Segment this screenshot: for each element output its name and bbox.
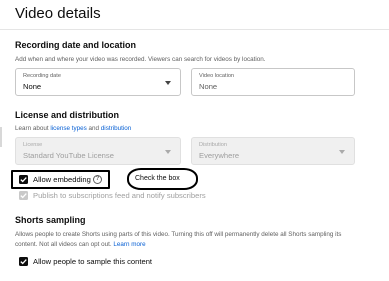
annotation-callout-text: Check the box xyxy=(135,175,180,182)
scroll-indicator xyxy=(0,127,2,147)
license-dropdown[interactable]: License Standard YouTube License xyxy=(15,137,181,165)
license-value: Standard YouTube License xyxy=(23,151,114,160)
shorts-helper-line2: content. Not all videos can opt out. Lea… xyxy=(15,240,146,249)
recording-date-dropdown[interactable]: Recording date None xyxy=(15,68,181,96)
license-helper-text: Learn about license types and distributi… xyxy=(15,124,131,133)
title-divider xyxy=(0,29,389,30)
help-circle-icon[interactable]: ? xyxy=(93,175,102,184)
checkmark-icon xyxy=(20,259,27,265)
learn-more-link[interactable]: Learn more xyxy=(113,241,145,248)
license-label: License xyxy=(23,142,43,148)
checkmark-icon xyxy=(20,177,27,183)
allow-embedding-label: Allow embedding xyxy=(33,175,91,184)
video-location-placeholder: None xyxy=(199,82,218,91)
distribution-label: Distribution xyxy=(199,142,227,148)
license-types-link[interactable]: license types xyxy=(50,125,86,132)
publish-to-subscriptions-label: Publish to subscriptions feed and notify… xyxy=(33,191,206,200)
distribution-value: Everywhere xyxy=(199,151,240,160)
recording-date-label: Recording date xyxy=(23,73,61,79)
recording-section-title: Recording date and location xyxy=(15,40,137,50)
publish-to-subscriptions-checkbox[interactable] xyxy=(19,191,28,200)
video-location-label: Video location xyxy=(199,73,235,79)
distribution-dropdown[interactable]: Distribution Everywhere xyxy=(191,137,355,165)
allow-sampling-label: Allow people to sample this content xyxy=(33,257,153,266)
video-location-input[interactable]: Video location None xyxy=(191,68,355,96)
shorts-section-title: Shorts sampling xyxy=(15,215,86,225)
checkmark-icon xyxy=(20,193,27,199)
chevron-down-icon xyxy=(165,81,171,85)
chevron-down-icon xyxy=(339,150,345,154)
chevron-down-icon xyxy=(165,150,171,154)
recording-date-value: None xyxy=(23,82,42,91)
shorts-helper-line2-text: content. Not all videos can opt out. xyxy=(15,241,112,248)
license-helper-and: and xyxy=(88,125,100,132)
page-title: Video details xyxy=(15,5,101,22)
recording-helper-text: Add when and where your video was record… xyxy=(15,56,266,63)
allow-sampling-checkbox[interactable] xyxy=(19,257,28,266)
distribution-link[interactable]: distribution xyxy=(101,125,131,132)
shorts-helper-line1: Allows people to create Shorts using par… xyxy=(15,231,342,238)
allow-embedding-checkbox[interactable] xyxy=(19,175,28,184)
license-section-title: License and distribution xyxy=(15,110,120,120)
license-helper-prefix: Learn about xyxy=(15,125,49,132)
